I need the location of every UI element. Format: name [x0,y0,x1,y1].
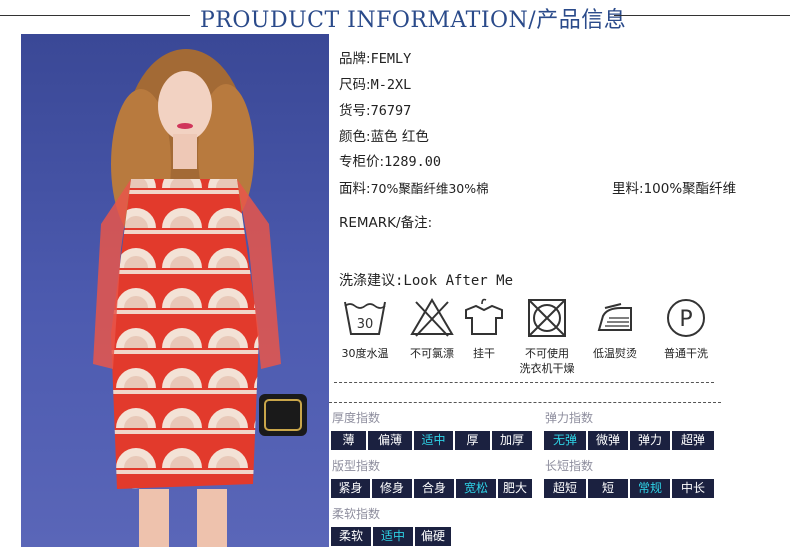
price-row: 专柜价:1289.00 [339,150,441,170]
sku-value: 76797 [370,103,412,119]
wash-30-icon: 30 [344,301,386,335]
elasticity-options: 无弹 微弹 弹力 超弹 [544,431,716,450]
length-title: 长短指数 [545,459,594,473]
hang-dry-icon [465,298,503,335]
thickness-option-thick: 厚 [455,431,490,450]
dry-clean-icon: P [667,299,705,337]
color-value: 蓝色 红色 [370,129,429,145]
header-rule-right [614,15,790,16]
fit-option-tight: 紧身 [331,479,370,498]
length-option-midi: 中长 [672,479,714,498]
dry-clean-letter: P [679,307,692,332]
size-row: 尺码:M-2XL [339,73,411,93]
care-label-no-machine-line1: 不可使用 [525,347,569,360]
no-bleach-icon [410,298,454,337]
section-header: PROUDUCT INFORMATION/产品信息 [0,0,790,34]
care-title: 洗涤建议:Look After Me [339,273,514,289]
care-label-low-iron: 低温熨烫 [593,347,637,360]
fabric-row: 面料:70%聚酯纤维30%棉 [339,177,489,197]
softness-options: 柔软 适中 偏硬 [331,527,453,546]
low-iron-icon [597,303,632,331]
fit-options: 紧身 修身 合身 宽松 肥大 [331,479,534,498]
care-label-hang-dry: 挂干 [473,347,495,360]
fit-option-regular: 合身 [414,479,454,498]
thickness-title: 厚度指数 [332,411,381,425]
length-options: 超短 短 常规 中长 [544,479,716,498]
remark-row: REMARK/备注: [339,211,432,231]
care-item-no-tumble-dry: 不可使用 洗衣机干燥 [516,296,578,376]
size-label: 尺码: [339,77,371,93]
sku-row: 货号:76797 [339,99,411,119]
elasticity-title: 弹力指数 [545,411,594,425]
brand-value: FEMLY [370,51,412,67]
lining-row: 里料:100%聚酯纤维 [612,177,736,197]
care-divider [334,382,714,383]
header-rule-left [0,15,190,16]
care-label-dry-clean: 普通干洗 [664,347,708,360]
thickness-options: 薄 偏薄 适中 厚 加厚 [331,431,534,450]
color-row: 颜色:蓝色 红色 [339,125,429,145]
elasticity-option-super: 超弹 [672,431,714,450]
care-item-hang-dry: 挂干 [453,296,515,361]
softness-option-moderate: 适中 [373,527,413,546]
product-photo [21,34,329,547]
price-label: 专柜价: [339,154,385,170]
elasticity-option-none: 无弹 [544,431,586,450]
size-value: M-2XL [370,77,412,93]
brand-label: 品牌: [339,51,371,67]
thickness-option-extra-thick: 加厚 [492,431,532,450]
care-item-wash-30: 30 30度水温 [334,296,396,361]
elasticity-option-elastic: 弹力 [630,431,670,450]
care-label-wash: 30度水温 [341,347,389,360]
remark-label: REMARK/备注: [339,215,433,231]
fabric-label: 面料: [339,181,371,197]
page-title: PROUDUCT INFORMATION/产品信息 [200,8,627,33]
model-illustration [93,49,307,547]
lining-label: 里料: [612,181,644,197]
length-option-regular: 常规 [630,479,670,498]
care-label-no-machine-line2: 洗衣机干燥 [519,362,575,375]
thickness-option-moderate: 适中 [414,431,453,450]
softness-option-soft: 柔软 [331,527,371,546]
thickness-option-slightly-thin: 偏薄 [368,431,412,450]
care-item-low-iron: 低温熨烫 [584,296,646,361]
index-divider [329,402,721,403]
sku-label: 货号: [339,103,371,119]
color-label: 颜色: [339,129,371,145]
fit-option-loose: 宽松 [456,479,496,498]
no-tumble-dry-icon [528,299,566,337]
fabric-value: 70%聚酯纤维30%棉 [370,181,489,196]
fit-title: 版型指数 [332,459,381,473]
elasticity-option-slight: 微弹 [588,431,628,450]
brand-row: 品牌:FEMLY [339,47,411,67]
softness-title: 柔软指数 [332,507,381,521]
price-value: 1289.00 [384,154,441,170]
wash-temp-text: 30 [357,317,374,332]
fit-option-oversized: 肥大 [498,479,532,498]
softness-option-stiff: 偏硬 [415,527,451,546]
fit-option-slim: 修身 [372,479,412,498]
lining-value: 100%聚酯纤维 [643,181,737,197]
length-option-extra-short: 超短 [544,479,586,498]
length-option-short: 短 [588,479,628,498]
care-item-dry-clean: P 普通干洗 [655,296,717,361]
thickness-option-thin: 薄 [331,431,366,450]
